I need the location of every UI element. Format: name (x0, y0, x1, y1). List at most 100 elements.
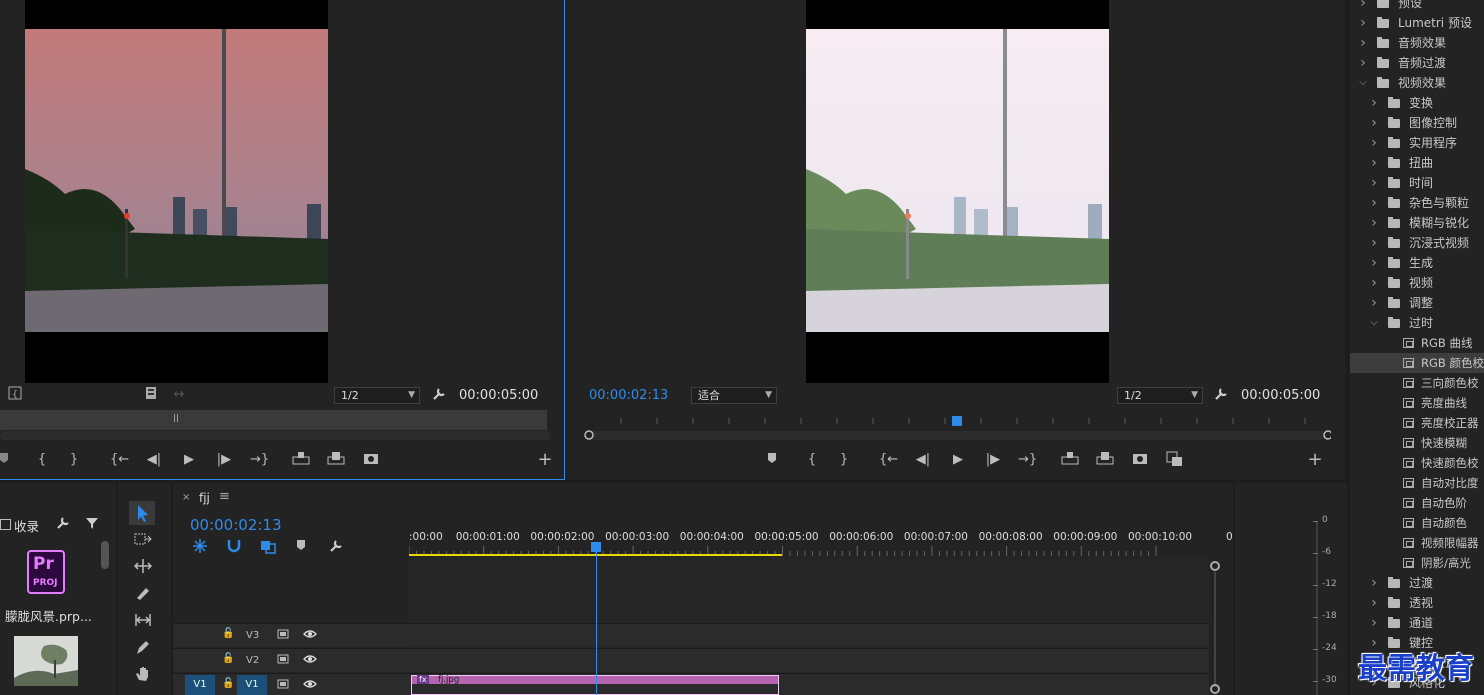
hand-tool-icon[interactable] (134, 666, 152, 684)
effects-item[interactable]: › 扭曲 (1350, 153, 1484, 173)
program-export-frame-icon[interactable] (1132, 451, 1150, 469)
source-add-button-icon[interactable]: + (536, 451, 554, 469)
effects-item[interactable]: › 音频过渡 (1350, 53, 1484, 73)
effects-item[interactable]: 三向颜色校 (1350, 373, 1484, 393)
track-row-v3[interactable] (173, 623, 1209, 647)
program-add-marker-icon[interactable] (765, 451, 783, 469)
effects-item[interactable]: › 生成 (1350, 253, 1484, 273)
source-insert-icon[interactable] (292, 451, 310, 469)
chevron-right-icon[interactable]: › (1369, 233, 1379, 253)
effects-item[interactable]: › 杂色与颗粒 (1350, 193, 1484, 213)
effects-item[interactable]: › 沉浸式视频 (1350, 233, 1484, 253)
chevron-right-icon[interactable]: › (1369, 113, 1379, 133)
program-resolution-select[interactable]: 1/2 ▼ (1117, 387, 1203, 404)
source-mark-in-button[interactable]: { (33, 451, 51, 469)
program-play-icon[interactable]: ▶ (949, 451, 967, 469)
effects-item[interactable]: › 预设 (1350, 0, 1484, 13)
effects-item[interactable]: ⌵ 视频效果 (1350, 73, 1484, 93)
source-step-forward-icon[interactable]: |▶ (215, 451, 233, 469)
v3-lock-icon[interactable]: 🔓 (222, 628, 234, 639)
effects-item[interactable]: 亮度曲线 (1350, 393, 1484, 413)
chevron-right-icon[interactable]: › (1369, 593, 1379, 613)
effects-item[interactable]: › 变换 (1350, 93, 1484, 113)
project-scrollbar[interactable] (101, 541, 109, 569)
source-settings-icon[interactable] (144, 386, 162, 404)
source-drag-icon[interactable]: ↔ (170, 386, 188, 404)
source-mark-out-button[interactable]: } (65, 451, 83, 469)
chevron-right-icon[interactable]: › (1369, 273, 1379, 293)
chevron-down-icon[interactable]: ⌵ (1369, 313, 1379, 333)
source-go-to-in-icon[interactable]: {← (110, 451, 129, 469)
timeline-vertical-scrollbar[interactable] (1209, 556, 1221, 695)
v1-lock-icon[interactable]: 🔓 (222, 678, 234, 689)
chevron-right-icon[interactable]: › (1358, 53, 1368, 73)
program-playhead[interactable] (952, 416, 962, 426)
source-export-frame-icon[interactable] (363, 451, 381, 469)
effects-item[interactable]: 亮度校正器 (1350, 413, 1484, 433)
chevron-right-icon[interactable]: › (1369, 193, 1379, 213)
effects-item[interactable]: › 实用程序 (1350, 133, 1484, 153)
v1-eye-icon[interactable] (303, 678, 317, 693)
effects-item[interactable]: › 音频效果 (1350, 33, 1484, 53)
v2-lock-icon[interactable]: 🔓 (222, 653, 234, 664)
razor-tool-icon[interactable] (134, 585, 152, 603)
v3-sync-icon[interactable] (277, 628, 289, 643)
chevron-right-icon[interactable]: › (1369, 253, 1379, 273)
close-sequence-icon[interactable]: × (182, 492, 190, 503)
track-row-v2[interactable] (173, 648, 1209, 672)
effects-item[interactable]: › Lumetri 预设 (1350, 13, 1484, 33)
v1-track-name[interactable]: V1 (237, 675, 267, 695)
selection-tool[interactable] (129, 501, 155, 525)
sequence-menu-icon[interactable]: ≡ (219, 489, 230, 504)
v2-eye-icon[interactable] (303, 653, 317, 668)
clip-fx-badge[interactable]: fx (417, 675, 429, 684)
effects-item[interactable]: › 通道 (1350, 613, 1484, 633)
source-mark-in-icon[interactable]: { (8, 386, 26, 404)
project-item-name[interactable]: 朦胧风景.prp... (5, 606, 92, 625)
timeline-settings-wrench-icon[interactable] (328, 538, 346, 556)
program-extract-icon[interactable] (1096, 451, 1114, 469)
chevron-right-icon[interactable]: › (1369, 173, 1379, 193)
program-current-timecode[interactable]: 00:00:02:13 (589, 388, 668, 403)
chevron-right-icon[interactable]: › (1369, 133, 1379, 153)
project-thumbnail[interactable] (14, 636, 78, 686)
source-zoom-bar[interactable] (0, 410, 547, 430)
program-wrench-icon[interactable] (1213, 386, 1231, 404)
timeline-timecode[interactable]: 00:00:02:13 (190, 516, 282, 534)
effects-item[interactable]: RGB 曲线 (1350, 333, 1484, 353)
add-marker-icon[interactable] (294, 538, 312, 556)
snap-icon[interactable] (226, 538, 244, 556)
chevron-right-icon[interactable]: › (1369, 573, 1379, 593)
source-add-marker-icon[interactable] (0, 451, 15, 469)
effects-item[interactable]: › 视频 (1350, 273, 1484, 293)
program-go-to-in-icon[interactable]: {← (879, 451, 898, 469)
source-play-icon[interactable]: ▶ (180, 451, 198, 469)
effects-item[interactable]: › 调整 (1350, 293, 1484, 313)
effects-item[interactable]: › 透视 (1350, 593, 1484, 613)
chevron-right-icon[interactable]: › (1369, 613, 1379, 633)
slip-tool-icon[interactable] (134, 612, 152, 630)
effects-item[interactable]: 自动对比度 (1350, 473, 1484, 493)
chevron-right-icon[interactable]: › (1358, 0, 1368, 13)
effects-item[interactable]: › 过渡 (1350, 573, 1484, 593)
chevron-right-icon[interactable]: › (1358, 33, 1368, 53)
chevron-right-icon[interactable]: › (1369, 153, 1379, 173)
v2-sync-icon[interactable] (277, 653, 289, 668)
source-scrubber[interactable] (0, 431, 550, 440)
effects-item[interactable]: 快速模糊 (1350, 433, 1484, 453)
program-mark-in-button[interactable]: { (803, 451, 821, 469)
chevron-right-icon[interactable]: › (1358, 13, 1368, 33)
linked-selection-icon[interactable] (260, 538, 278, 556)
source-wrench-icon[interactable] (431, 386, 449, 404)
effects-item[interactable]: › 图像控制 (1350, 113, 1484, 133)
v1-source-patch[interactable]: V1 (185, 675, 215, 695)
source-step-back-icon[interactable]: ◀| (145, 451, 163, 469)
program-zoom-select[interactable]: 适合 ▼ (691, 387, 777, 404)
program-mark-out-button[interactable]: } (835, 451, 853, 469)
track-select-tool-icon[interactable] (134, 531, 152, 549)
effects-item[interactable]: 自动色阶 (1350, 493, 1484, 513)
clip-fj-jpg[interactable]: fx fj.jpg (411, 675, 779, 695)
chevron-right-icon[interactable]: › (1369, 93, 1379, 113)
effects-item[interactable]: 阴影/高光 (1350, 553, 1484, 573)
v1-sync-icon[interactable] (277, 678, 289, 693)
